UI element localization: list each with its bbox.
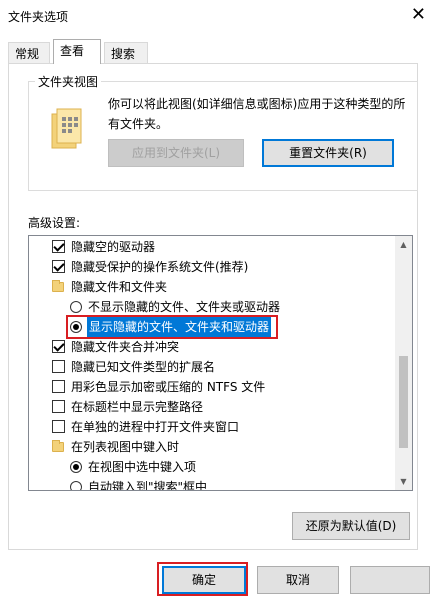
list-item-label: 在视图中选中键入项 xyxy=(88,460,197,474)
window-title: 文件夹选项 xyxy=(8,10,69,24)
close-icon[interactable]: ✕ xyxy=(411,4,426,25)
list-item-label: 隐藏文件和文件夹 xyxy=(71,280,168,294)
folder-icon xyxy=(52,440,64,452)
scroll-down-icon[interactable]: ▼ xyxy=(395,473,412,490)
checkbox[interactable] xyxy=(52,400,65,413)
ok-button[interactable]: 确定 xyxy=(162,566,246,594)
vertical-scrollbar[interactable]: ▲ ▼ xyxy=(395,236,412,490)
cancel-button[interactable]: 取消 xyxy=(257,566,339,594)
checkbox[interactable] xyxy=(52,240,65,253)
tab-general[interactable]: 常规 xyxy=(8,42,50,63)
radio-button[interactable] xyxy=(70,461,82,473)
folder-icon xyxy=(52,280,64,292)
list-item-label: 在标题栏中显示完整路径 xyxy=(71,400,204,414)
list-item-label: 用彩色显示加密或压缩的 NTFS 文件 xyxy=(71,380,266,394)
checkbox[interactable] xyxy=(52,420,65,433)
list-item-label: 隐藏受保护的操作系统文件(推荐) xyxy=(71,260,249,274)
title-bar: 文件夹选项 ✕ xyxy=(0,0,440,32)
list-item-label: 显示隐藏的文件、文件夹和驱动器 xyxy=(87,317,272,337)
radio-button[interactable] xyxy=(70,321,82,333)
tab-search[interactable]: 搜索 xyxy=(104,42,148,63)
apply-button[interactable] xyxy=(350,566,430,594)
reset-folders-button[interactable]: 重置文件夹(R) xyxy=(262,139,394,167)
list-item-label: 自动键入到"搜索"框中 xyxy=(88,480,208,491)
folder-icon xyxy=(51,108,82,149)
radio-button[interactable] xyxy=(70,481,82,490)
list-item-label: 在列表视图中键入时 xyxy=(71,440,180,454)
list-item-label: 隐藏文件夹合并冲突 xyxy=(71,340,180,354)
folder-views-legend: 文件夹视图 xyxy=(35,73,102,90)
tab-view[interactable]: 查看 xyxy=(53,39,101,64)
folder-views-description: 你可以将此视图(如详细信息或图标)应用于这种类型的所有文件夹。 xyxy=(108,97,406,131)
folder-views-group: 文件夹视图 你可以将此视图(如详细信息或图标)应用于这种类型的所有文件夹。 应用… xyxy=(28,73,418,191)
list-item-label: 隐藏空的驱动器 xyxy=(71,240,156,254)
radio-button[interactable] xyxy=(70,301,82,313)
checkbox[interactable] xyxy=(52,360,65,373)
scroll-thumb[interactable] xyxy=(399,356,408,448)
list-item-label: 隐藏已知文件类型的扩展名 xyxy=(71,360,216,374)
checkbox[interactable] xyxy=(52,340,65,353)
list-item-label: 在单独的进程中打开文件夹窗口 xyxy=(71,420,240,434)
scroll-up-icon[interactable]: ▲ xyxy=(395,236,412,253)
checkbox[interactable] xyxy=(52,380,65,393)
restore-defaults-button[interactable]: 还原为默认值(D) xyxy=(292,512,410,540)
apply-to-folders-button[interactable]: 应用到文件夹(L) xyxy=(108,139,244,167)
advanced-settings-label: 高级设置: xyxy=(28,216,81,230)
checkbox[interactable] xyxy=(52,260,65,273)
list-item-label: 不显示隐藏的文件、文件夹或驱动器 xyxy=(88,300,281,314)
advanced-settings-list[interactable]: 隐藏空的驱动器 隐藏受保护的操作系统文件(推荐) 隐藏文件和文件夹 不显示隐藏的… xyxy=(28,235,413,491)
